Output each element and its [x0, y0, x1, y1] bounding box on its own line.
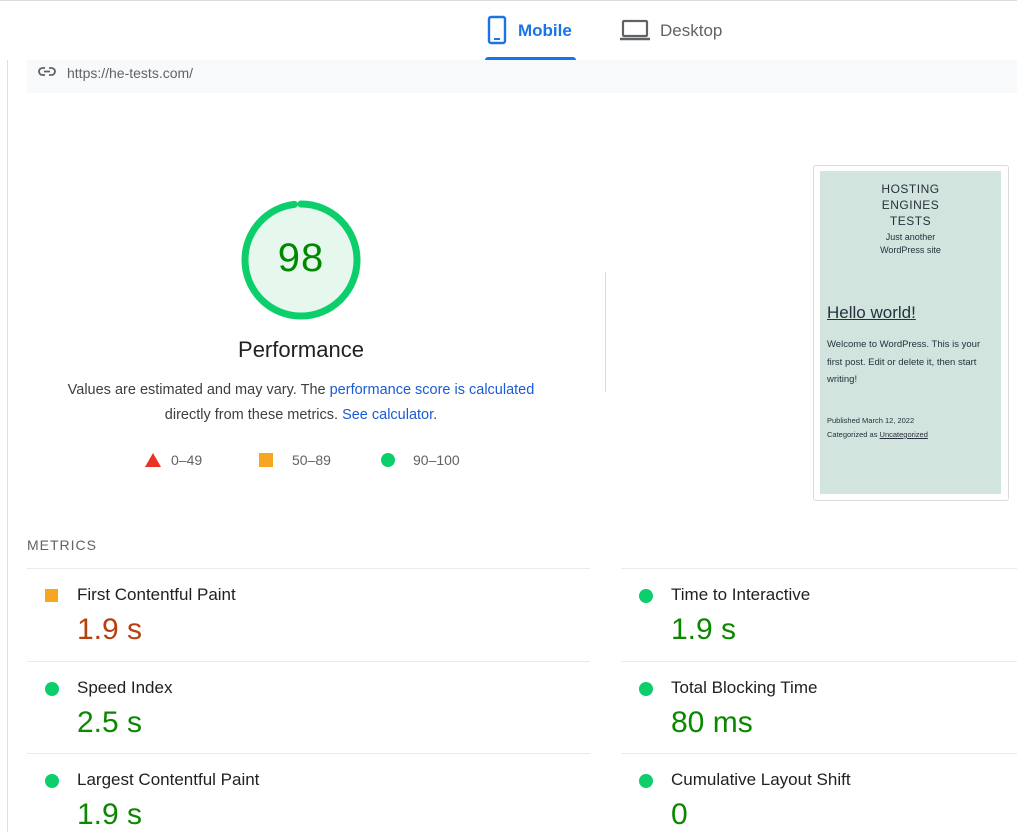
thumb-tagline: Just another WordPress site [820, 231, 1001, 257]
laptop-icon [620, 14, 650, 51]
metric-first-contentful-paint: First Contentful Paint 1.9 s [27, 569, 567, 661]
thumb-site-title: HOSTING ENGINES TESTS [820, 181, 1001, 229]
tab-mobile-label: Mobile [518, 21, 572, 40]
desc-suffix: . [433, 407, 438, 423]
tab-desktop[interactable]: Desktop [620, 14, 740, 60]
legend-poor-label: 0–49 [171, 452, 203, 468]
good-circle-icon [45, 682, 59, 696]
metric-largest-contentful-paint: Largest Contentful Paint 1.9 s [27, 754, 567, 832]
metric-name: Largest Contentful Paint [77, 770, 260, 789]
performance-description: Values are estimated and may vary. The p… [0, 378, 602, 428]
metric-name: Total Blocking Time [671, 678, 818, 697]
metrics-heading: METRICS [27, 537, 97, 553]
vertical-divider [605, 272, 606, 392]
thumb-categorized: Categorized as Uncategorized [827, 428, 997, 442]
thumb-site-title-line: ENGINES [881, 198, 940, 212]
metric-value: 1.9 s [77, 798, 143, 831]
link-icon [38, 65, 56, 84]
legend-good: 90–100 [381, 452, 460, 468]
thumb-post-body: Welcome to WordPress. This is your first… [827, 339, 981, 385]
metric-value: 2.5 s [77, 706, 143, 739]
mobile-phone-icon [486, 14, 508, 51]
metric-time-to-interactive: Time to Interactive 1.9 s [621, 569, 1017, 661]
metric-cumulative-layout-shift: Cumulative Layout Shift 0 [621, 754, 1017, 832]
legend-poor: 0–49 [145, 452, 202, 468]
thumb-site-title-line: TESTS [889, 214, 932, 228]
tested-url[interactable]: https://he-tests.com/ [67, 65, 193, 81]
metric-name: Cumulative Layout Shift [671, 770, 851, 789]
tab-mobile[interactable]: Mobile [486, 14, 576, 60]
performance-score: 98 [277, 236, 325, 280]
legend-average-label: 50–89 [292, 452, 331, 468]
average-square-icon [45, 589, 58, 602]
legend-good-label: 90–100 [413, 452, 460, 468]
square-icon [259, 453, 273, 467]
circle-icon [381, 453, 395, 467]
legend-average: 50–89 [259, 452, 331, 468]
desc-prefix: Values are estimated and may vary. The [67, 382, 330, 398]
triangle-icon [145, 453, 161, 467]
metric-name: Time to Interactive [671, 585, 811, 604]
good-circle-icon [639, 774, 653, 788]
thumb-categorized-prefix: Categorized as [827, 430, 880, 439]
metric-speed-index: Speed Index 2.5 s [27, 662, 567, 754]
metric-name: Speed Index [77, 678, 173, 697]
metric-value: 0 [671, 798, 688, 831]
metric-value: 1.9 s [77, 613, 143, 646]
thumb-published: Published March 12, 2022 [827, 416, 915, 425]
good-circle-icon [639, 589, 653, 603]
url-bar: https://he-tests.com/ [27, 60, 1017, 93]
good-circle-icon [639, 682, 653, 696]
score-calculation-link[interactable]: performance score is calculated [330, 382, 535, 398]
thumb-site-title-line: HOSTING [881, 182, 940, 196]
metric-value: 1.9 s [671, 613, 737, 646]
metric-total-blocking-time: Total Blocking Time 80 ms [621, 662, 1017, 754]
desc-middle: directly from these metrics. [164, 407, 343, 423]
performance-title: Performance [238, 337, 364, 362]
tab-desktop-label: Desktop [660, 21, 723, 40]
metric-value: 80 ms [671, 706, 753, 739]
good-circle-icon [45, 774, 59, 788]
top-divider [0, 0, 1017, 1]
see-calculator-link[interactable]: See calculator [342, 407, 433, 423]
thumb-post-meta: Published March 12, 2022 Categorized as … [827, 414, 997, 442]
left-border [7, 60, 8, 832]
thumb-category-link: Uncategorized [879, 430, 928, 439]
thumb-tagline-line: WordPress site [880, 245, 941, 255]
page-screenshot: HOSTING ENGINES TESTS Just another WordP… [820, 171, 1001, 494]
metric-name: First Contentful Paint [77, 585, 236, 604]
thumb-post-title: Hello world! [827, 303, 916, 322]
thumb-tagline-line: Just another [885, 232, 936, 242]
